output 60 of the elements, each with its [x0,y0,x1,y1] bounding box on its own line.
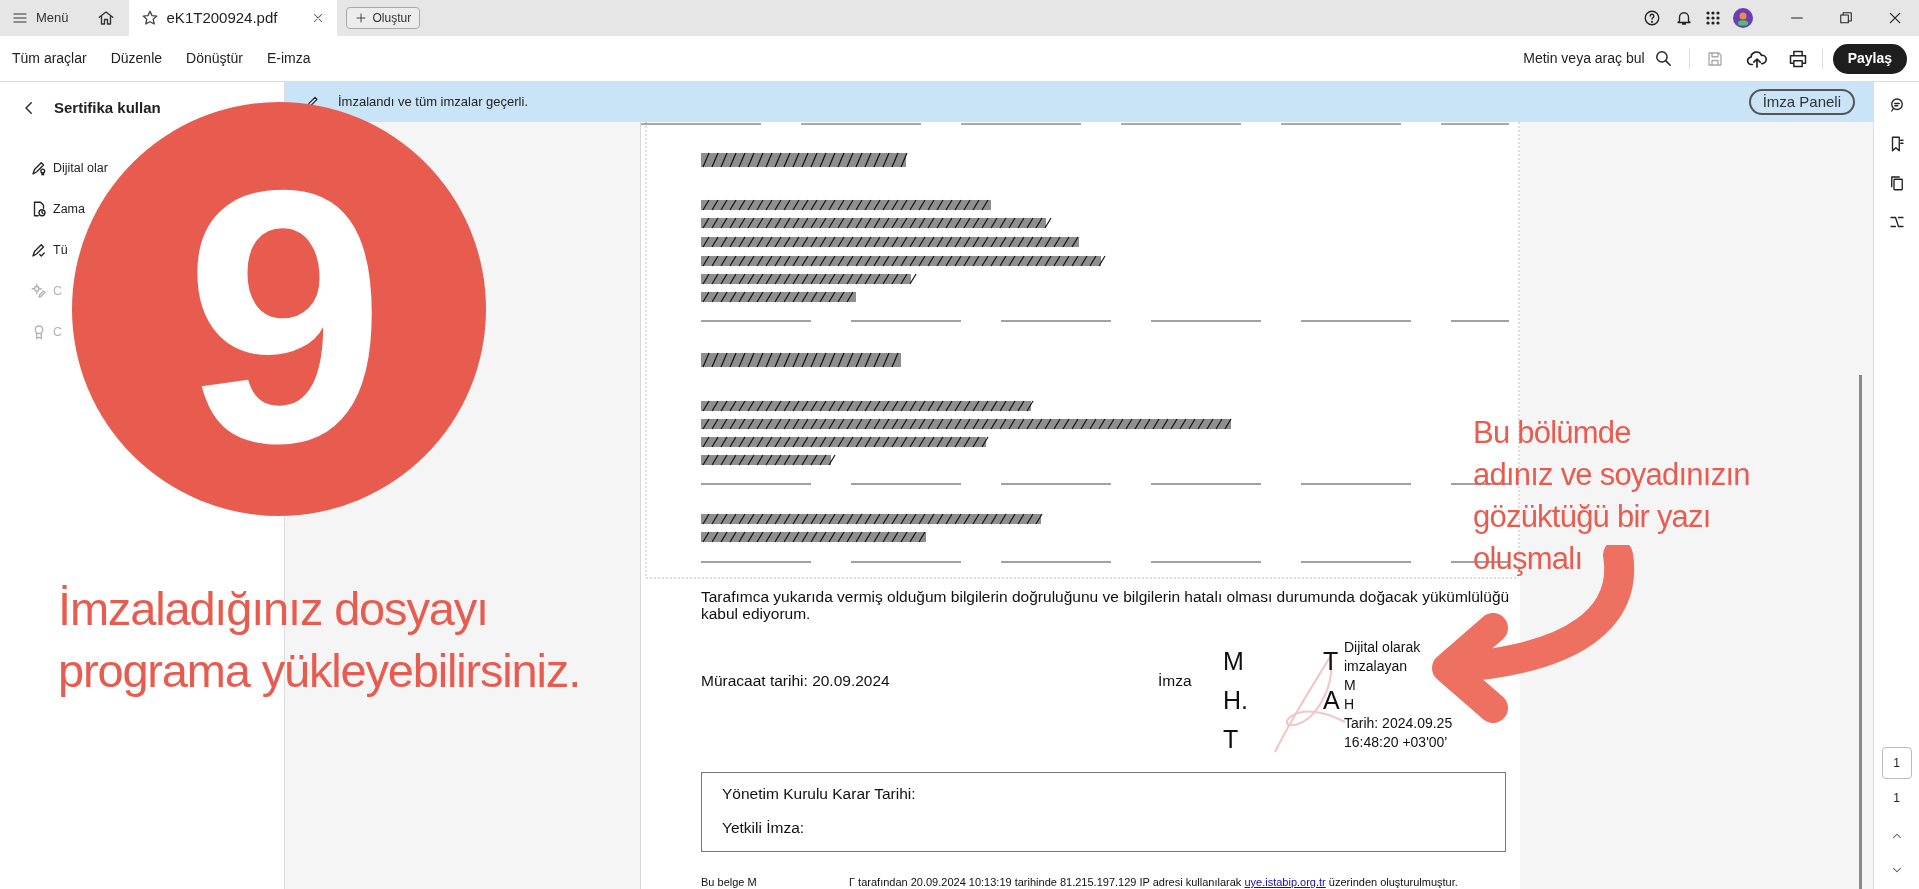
form-label: Yetkili İmza: [722,818,806,837]
declaration-text: Tarafımca yukarıda vermiş olduğum bilgilerin doğruluğunu ve bilgilerin hatalı olması durumunda doğacak yükümlülüğü kabul ediyorum. [701,588,1511,622]
signature-detail: imzalayan [1344,657,1409,676]
callout-text: gözüktüğü bir yazı [1473,498,1712,536]
signature-letter: A [1323,685,1341,716]
restore-icon[interactable] [1839,11,1853,25]
find-tool-link[interactable]: Metin veya araç bul [1523,48,1645,69]
close-icon[interactable] [1887,10,1903,26]
pen-seal-icon [30,159,48,177]
callout-text: Bu bölümde [1473,414,1632,452]
panel-title: Sertifika kullan [54,97,161,118]
bell-icon[interactable] [1675,9,1693,27]
website-link[interactable]: uye.istabip.org.tr [1244,876,1326,888]
search-icon[interactable] [1653,49,1673,68]
signature-letter: H. [1223,685,1249,716]
page-number-field[interactable]: 1 [1881,747,1912,779]
menu-button[interactable]: Menü [12,8,69,28]
signature-detail: Dijital olarak [1344,638,1422,657]
signature-letter: M [1223,646,1245,677]
document-tab[interactable]: eK1T200924.pdf [128,0,337,36]
callout-text: adınız ve soyadınızın [1473,456,1750,494]
step-number: 9 [184,136,386,496]
create-button[interactable]: Oluştur [345,7,421,29]
signature-detail: M [1344,676,1357,695]
signature-detail: H [1344,695,1356,714]
tab-title: eK1T200924.pdf [166,7,279,28]
plus-icon [354,12,367,24]
application-date: Müracaat tarihi: 20.09.2024 [701,672,890,689]
signature-label: İmza [1158,672,1192,689]
avatar[interactable] [1733,8,1753,28]
toolbar-menu[interactable]: Tüm araçlar [12,48,87,69]
menu-icon [12,10,28,26]
panel-menu-item[interactable]: Tü [30,241,68,259]
scrollbar-thumb[interactable] [1859,375,1862,889]
instruction-text: İmzaladığınız dosyayı [58,581,489,637]
page-count: 1 [1893,790,1900,807]
callout-text: oluşmalı [1473,540,1584,578]
signature-detail: 16:48:20 +03'00' [1344,733,1449,752]
panel-menu-item[interactable]: Zama [30,200,85,218]
pen-check-icon [30,241,48,259]
signature-detail: Tarih: 2024.09.25 [1344,714,1453,733]
toolbar-menu[interactable]: Düzenle [110,48,163,69]
signature-status-message: İmzalandı ve tüm imzalar geçerli. [338,93,528,112]
panel-menu-item[interactable]: Dijital olar [30,159,108,177]
signature-letter: T [1323,646,1340,677]
signature-panel-button[interactable]: İmza Paneli [1748,89,1855,115]
home-icon[interactable] [96,9,115,27]
footer-text: Γ tarafından 20.09.2024 10:13:19 tarihinde 81.215.197.129 IP adresi kullanılarak uye.istabip.org.tr üzerinden oluşturulmuştur. [849,875,1458,889]
instruction-text: programa yükleyebilirsiniz. [58,643,581,699]
footer-text: Bu belge M [701,875,758,889]
gear-pen-icon [30,282,48,300]
star-icon [140,9,159,27]
toolbar-menu[interactable]: E-imza [266,48,311,69]
help-icon[interactable] [1643,9,1661,27]
signature-letter: T [1223,724,1240,755]
share-button[interactable]: Paylaş [1832,43,1907,74]
print-icon[interactable] [1787,48,1808,69]
apps-grid-icon[interactable] [1705,10,1721,26]
toolbar-menu[interactable]: Dönüştür [186,48,243,69]
form-label: Yönetim Kurulu Karar Tarihi: [722,784,917,803]
